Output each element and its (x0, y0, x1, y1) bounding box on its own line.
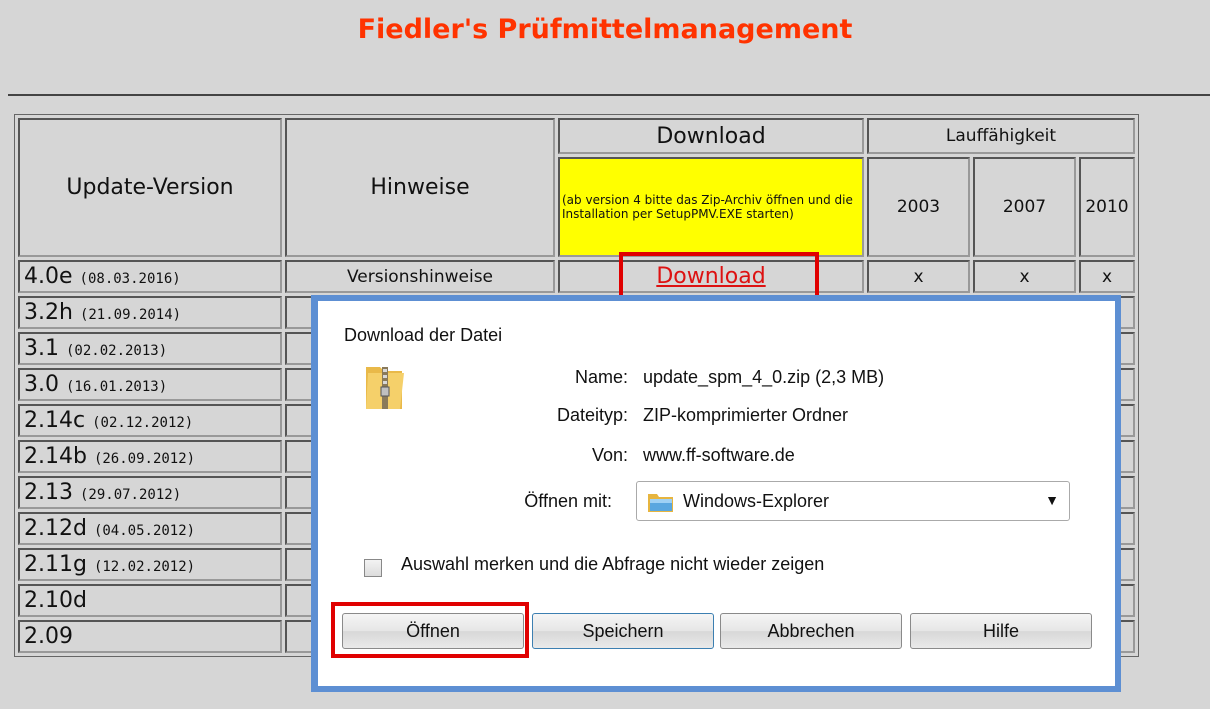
version-cell: 4.0e (08.03.2016) (18, 260, 282, 293)
version-number: 2.13 (24, 480, 73, 505)
version-number: 2.10d (24, 588, 87, 613)
download-note: (ab version 4 bitte das Zip-Archiv öffne… (558, 157, 864, 257)
version-number: 2.11g (24, 552, 87, 577)
remember-checkbox[interactable] (364, 559, 382, 577)
remember-label[interactable]: Auswahl merken und die Abfrage nicht wie… (401, 554, 824, 575)
version-number: 3.2h (24, 300, 73, 325)
version-cell: 2.14c (02.12.2012) (18, 404, 282, 437)
version-cell: 3.0 (16.01.2013) (18, 368, 282, 401)
version-number: 2.12d (24, 516, 87, 541)
version-number: 3.0 (24, 372, 59, 397)
version-cell: 3.2h (21.09.2014) (18, 296, 282, 329)
version-cell: 2.13 (29.07.2012) (18, 476, 282, 509)
version-date: (21.09.2014) (79, 307, 182, 323)
compat-mark-2003: x (867, 260, 970, 293)
version-number: 2.14b (24, 444, 87, 469)
version-cell: 3.1 (02.02.2013) (18, 332, 282, 365)
windows-explorer-icon (648, 494, 673, 512)
compat-mark-2010: x (1079, 260, 1135, 293)
version-date: (26.09.2012) (93, 451, 196, 467)
header-year-2007: 2007 (973, 157, 1076, 257)
title-divider (8, 94, 1210, 96)
version-number: 2.14c (24, 408, 86, 433)
chevron-down-icon[interactable]: ▼ (1045, 492, 1059, 508)
header-download: Download (558, 118, 864, 154)
cancel-button[interactable]: Abbrechen (720, 613, 902, 649)
version-cell: 2.11g (12.02.2012) (18, 548, 282, 581)
open-with-select[interactable]: Windows-Explorer ▼ (636, 481, 1070, 521)
version-number: 2.09 (24, 624, 73, 649)
header-year-2003: 2003 (867, 157, 970, 257)
zip-folder-icon (366, 367, 404, 409)
version-cell: 2.12d (04.05.2012) (18, 512, 282, 545)
version-cell: 2.09 (18, 620, 282, 653)
version-date: (29.07.2012) (79, 487, 182, 503)
name-value: update_spm_4_0.zip (2,3 MB) (643, 367, 885, 387)
hinweise-link[interactable]: Versionshinweise (285, 260, 555, 293)
help-button[interactable]: Hilfe (910, 613, 1092, 649)
table-row: 4.0e (08.03.2016) Versionshinweise Downloa… (18, 260, 1135, 293)
open-button-highlight (331, 602, 529, 658)
compat-mark-2007: x (973, 260, 1076, 293)
version-date: (12.02.2012) (93, 559, 196, 575)
page-title: Fiedler's Prüfmittelmanagement (357, 14, 853, 45)
version-date: (04.05.2012) (93, 523, 196, 539)
version-cell: 2.10d (18, 584, 282, 617)
open-with-label: Öffnen mit: (524, 491, 612, 511)
version-date: (02.12.2012) (92, 415, 194, 431)
version-date: (02.02.2013) (66, 343, 168, 359)
from-value: www.ff-software.de (643, 445, 795, 465)
header-update-version: Update-Version (18, 118, 282, 257)
open-with-value: Windows-Explorer (683, 491, 830, 511)
name-label: Name: (574, 367, 628, 387)
version-date: (16.01.2013) (66, 379, 168, 395)
version-number: 3.1 (24, 336, 59, 361)
version-cell: 2.14b (26.09.2012) (18, 440, 282, 473)
dialog-title: Download der Datei (344, 325, 503, 345)
header-lauffaehigkeit: Lauffähigkeit (867, 118, 1135, 154)
type-label: Dateityp: (556, 405, 628, 425)
header-hinweise: Hinweise (285, 118, 555, 257)
type-value: ZIP-komprimierter Ordner (643, 405, 849, 425)
from-label: Von: (591, 445, 628, 465)
version-date: (08.03.2016) (79, 271, 181, 287)
header-year-2010: 2010 (1079, 157, 1135, 257)
save-button[interactable]: Speichern (532, 613, 714, 649)
version-number: 4.0e (24, 264, 73, 289)
